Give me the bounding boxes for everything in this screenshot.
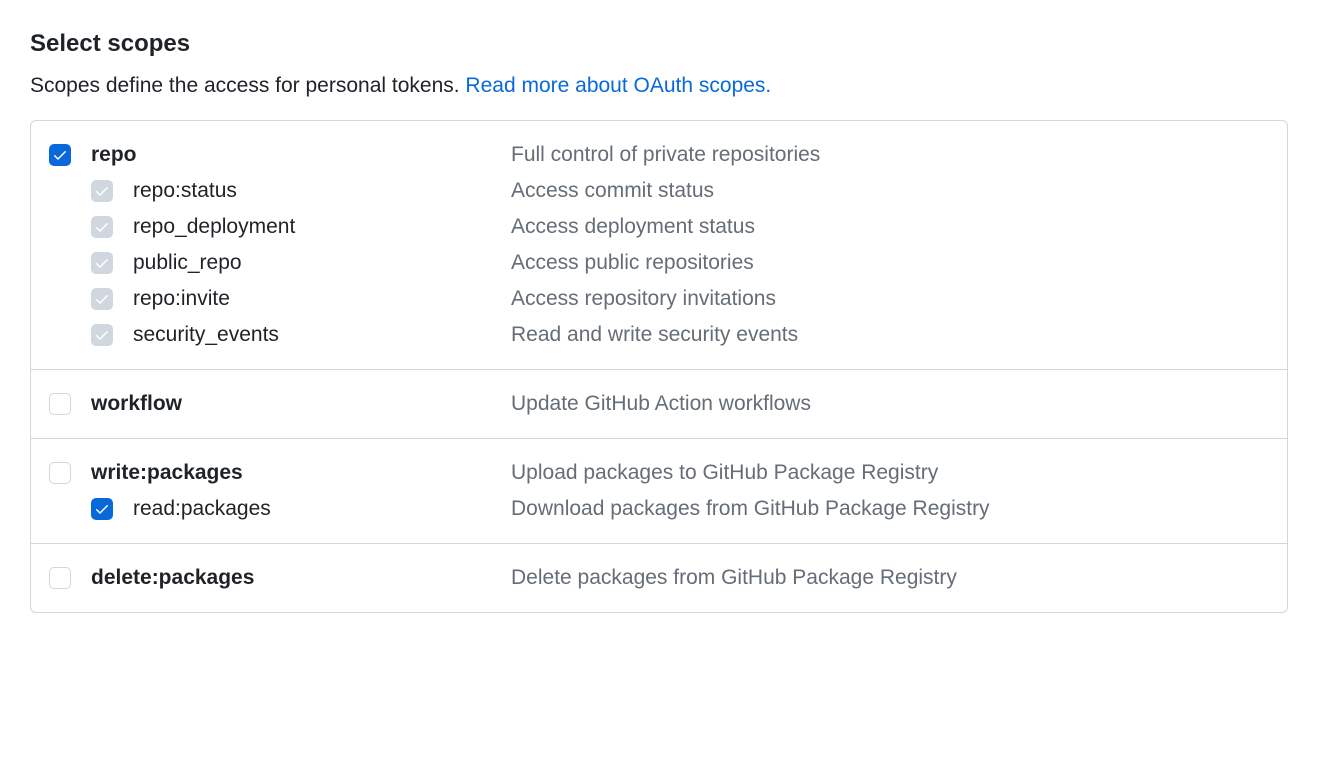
scope-label: delete:packages xyxy=(91,566,511,590)
scope-group-workflow: workflow Update GitHub Action workflows xyxy=(31,370,1287,439)
scope-description: Access commit status xyxy=(511,179,1269,203)
checkbox-repo-deployment[interactable] xyxy=(91,216,113,238)
check-icon xyxy=(94,501,110,517)
scope-label: read:packages xyxy=(133,497,511,521)
scope-description: Upload packages to GitHub Package Regist… xyxy=(511,461,1269,485)
description-text: Scopes define the access for personal to… xyxy=(30,74,465,97)
scope-description: Access public repositories xyxy=(511,251,1269,275)
checkbox-read-packages[interactable] xyxy=(91,498,113,520)
check-icon xyxy=(94,183,110,199)
checkbox-delete-packages[interactable] xyxy=(49,567,71,589)
check-icon xyxy=(94,291,110,307)
scope-label: repo:invite xyxy=(133,287,511,311)
check-icon xyxy=(94,255,110,271)
checkbox-security-events[interactable] xyxy=(91,324,113,346)
checkbox-repo-invite[interactable] xyxy=(91,288,113,310)
scope-row-repo-invite: repo:invite Access repository invitation… xyxy=(49,281,1269,317)
scope-label: write:packages xyxy=(91,461,511,485)
section-heading: Select scopes xyxy=(30,30,1288,58)
scope-group-write-packages: write:packages Upload packages to GitHub… xyxy=(31,439,1287,544)
scope-label: security_events xyxy=(133,323,511,347)
scope-group-repo: repo Full control of private repositorie… xyxy=(31,121,1287,370)
scope-description: Access repository invitations xyxy=(511,287,1269,311)
scope-row-write-packages: write:packages Upload packages to GitHub… xyxy=(49,455,1269,491)
scope-row-workflow: workflow Update GitHub Action workflows xyxy=(49,386,1269,422)
check-icon xyxy=(94,327,110,343)
checkbox-public-repo[interactable] xyxy=(91,252,113,274)
section-description: Scopes define the access for personal to… xyxy=(30,74,1288,98)
scope-row-security-events: security_events Read and write security … xyxy=(49,317,1269,353)
scope-label: repo_deployment xyxy=(133,215,511,239)
scope-label: public_repo xyxy=(133,251,511,275)
scope-description: Download packages from GitHub Package Re… xyxy=(511,497,1269,521)
scope-row-repo: repo Full control of private repositorie… xyxy=(49,137,1269,173)
scope-label: repo:status xyxy=(133,179,511,203)
scope-description: Read and write security events xyxy=(511,323,1269,347)
scope-label: workflow xyxy=(91,392,511,416)
scope-row-read-packages: read:packages Download packages from Git… xyxy=(49,491,1269,527)
scope-label: repo xyxy=(91,143,511,167)
scope-description: Delete packages from GitHub Package Regi… xyxy=(511,566,1269,590)
check-icon xyxy=(94,219,110,235)
scope-description: Full control of private repositories xyxy=(511,143,1269,167)
scope-row-repo-status: repo:status Access commit status xyxy=(49,173,1269,209)
checkbox-write-packages[interactable] xyxy=(49,462,71,484)
oauth-scopes-link[interactable]: Read more about OAuth scopes. xyxy=(465,74,771,97)
scope-description: Access deployment status xyxy=(511,215,1269,239)
checkbox-workflow[interactable] xyxy=(49,393,71,415)
scopes-container: repo Full control of private repositorie… xyxy=(30,120,1288,613)
scope-row-public-repo: public_repo Access public repositories xyxy=(49,245,1269,281)
scope-row-delete-packages: delete:packages Delete packages from Git… xyxy=(49,560,1269,596)
checkbox-repo[interactable] xyxy=(49,144,71,166)
scope-row-repo-deployment: repo_deployment Access deployment status xyxy=(49,209,1269,245)
check-icon xyxy=(52,147,68,163)
checkbox-repo-status[interactable] xyxy=(91,180,113,202)
scope-group-delete-packages: delete:packages Delete packages from Git… xyxy=(31,544,1287,612)
scope-description: Update GitHub Action workflows xyxy=(511,392,1269,416)
